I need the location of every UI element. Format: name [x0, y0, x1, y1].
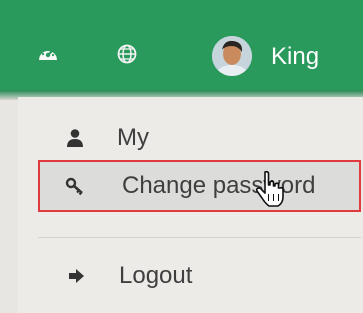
- menu-item-logout[interactable]: Logout: [18, 258, 363, 312]
- menu-item-label: My: [117, 124, 149, 151]
- logout-icon: [66, 265, 88, 287]
- menu-divider: [38, 237, 361, 238]
- avatar[interactable]: [212, 36, 252, 76]
- app-window: King My Change password Logout: [0, 0, 363, 313]
- user-dropdown-menu: My Change password Logout: [18, 97, 363, 313]
- top-navbar: King: [0, 0, 363, 97]
- menu-item-change-password[interactable]: Change password: [38, 160, 361, 212]
- globe-icon[interactable]: [115, 43, 139, 65]
- hand-pointer-cursor-icon: [254, 170, 286, 208]
- menu-item-label: Change password: [122, 172, 316, 199]
- dashboard-icon[interactable]: [36, 43, 60, 65]
- user-icon: [64, 127, 86, 149]
- username[interactable]: King: [271, 42, 319, 72]
- menu-item-label: Logout: [119, 262, 193, 289]
- key-icon: [64, 175, 86, 197]
